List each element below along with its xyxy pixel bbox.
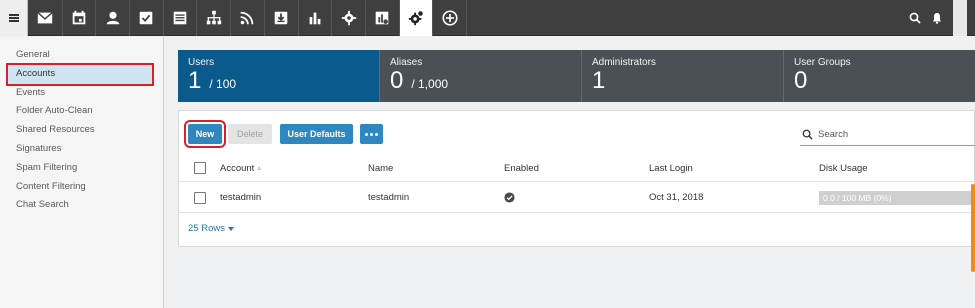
user-groups-card[interactable]: User Groups 0 bbox=[784, 50, 975, 102]
sidebar-item-content-filtering[interactable]: Content Filtering bbox=[0, 178, 163, 197]
column-label: Account bbox=[220, 162, 255, 174]
card-label: Aliases bbox=[390, 57, 423, 68]
accounts-panel: New Delete User Defaults Account ▵ Name … bbox=[178, 110, 975, 247]
ellipsis-dot bbox=[365, 132, 368, 136]
administrators-card[interactable]: Administrators 1 bbox=[582, 50, 784, 102]
rows-per-page-dropdown[interactable]: 25 Rows bbox=[188, 223, 234, 234]
table-row[interactable]: testadmin testadmin Oct 31, 2018 0.0 / 1… bbox=[179, 183, 975, 213]
cell-last-login: Oct 31, 2018 bbox=[649, 192, 704, 203]
column-enabled-header[interactable]: Enabled bbox=[504, 163, 539, 174]
charts-settings-icon bbox=[375, 11, 389, 25]
nav-rss-button[interactable] bbox=[231, 0, 265, 36]
sidebar-item-spam-filtering[interactable]: Spam Filtering bbox=[0, 159, 163, 178]
card-value: 0 bbox=[390, 67, 404, 94]
nav-email-button[interactable] bbox=[29, 0, 63, 36]
ellipsis-dot bbox=[370, 132, 373, 136]
nav-organization-button[interactable] bbox=[197, 0, 232, 36]
tasks-icon bbox=[140, 11, 153, 25]
nav-domain-reports-button[interactable] bbox=[366, 0, 400, 36]
search-icon[interactable] bbox=[909, 12, 921, 24]
card-value: 1 bbox=[188, 67, 202, 94]
user-defaults-button[interactable]: User Defaults bbox=[280, 124, 353, 144]
nav-notes-button[interactable] bbox=[164, 0, 198, 36]
new-button[interactable]: New bbox=[184, 120, 226, 148]
more-options-button[interactable] bbox=[360, 124, 383, 144]
sidebar-item-general[interactable]: General bbox=[0, 46, 163, 65]
top-scroll-gutter bbox=[953, 0, 967, 36]
select-all-checkbox[interactable] bbox=[194, 162, 206, 174]
app-nav-icons bbox=[29, 0, 467, 36]
nav-file-storage-button[interactable] bbox=[265, 0, 299, 36]
organization-icon bbox=[206, 10, 221, 25]
hamburger-icon bbox=[8, 14, 19, 22]
contacts-icon bbox=[106, 11, 120, 25]
rows-per-page-label: 25 Rows bbox=[188, 223, 225, 234]
rss-icon bbox=[241, 11, 254, 25]
cell-account: testadmin bbox=[220, 192, 262, 203]
notes-icon bbox=[173, 11, 187, 25]
nav-add-button[interactable] bbox=[433, 0, 467, 36]
nav-calendar-button[interactable] bbox=[63, 0, 97, 36]
system-settings-icon bbox=[408, 11, 423, 26]
sidebar-item-shared-resources[interactable]: Shared Resources bbox=[0, 121, 163, 140]
notification-bell-icon[interactable] bbox=[931, 12, 943, 24]
search-input[interactable] bbox=[818, 129, 958, 140]
cell-name: testadmin bbox=[368, 192, 410, 203]
ellipsis-dot bbox=[375, 132, 378, 136]
envelope-icon bbox=[37, 12, 54, 24]
card-max: / 100 bbox=[209, 77, 237, 91]
card-max: / 1,000 bbox=[411, 77, 449, 91]
sidebar-item-chat-search[interactable]: Chat Search bbox=[0, 196, 163, 215]
top-navigation-bar bbox=[0, 0, 975, 36]
sidebar-item-accounts[interactable]: Accounts bbox=[6, 62, 154, 86]
nav-system-settings-button[interactable] bbox=[399, 0, 434, 36]
aliases-card[interactable]: Aliases 0 / 1,000 bbox=[380, 50, 582, 102]
calendar-icon bbox=[72, 10, 86, 25]
reports-icon bbox=[309, 12, 321, 25]
column-disk-usage-header[interactable]: Disk Usage bbox=[819, 163, 868, 174]
table-header: Account ▵ Name Enabled Last Login Disk U… bbox=[179, 155, 975, 182]
row-checkbox[interactable] bbox=[194, 191, 206, 204]
column-account-header[interactable]: Account ▵ bbox=[220, 155, 261, 181]
card-label: User Groups bbox=[794, 57, 851, 68]
sort-ascending-icon: ▵ bbox=[257, 165, 261, 172]
card-label: Administrators bbox=[592, 57, 656, 68]
sidebar-item-folder-auto-clean[interactable]: Folder Auto-Clean bbox=[0, 102, 163, 121]
top-right-tools bbox=[909, 0, 975, 36]
column-name-header[interactable]: Name bbox=[368, 163, 393, 174]
search-icon bbox=[802, 129, 813, 140]
feedback-tab[interactable] bbox=[971, 184, 975, 272]
card-label: Users bbox=[188, 57, 215, 68]
delete-button[interactable]: Delete bbox=[228, 124, 272, 144]
nav-contacts-button[interactable] bbox=[96, 0, 131, 36]
settings-sidebar: General Accounts Events Folder Auto-Clea… bbox=[0, 37, 164, 308]
hamburger-menu-button[interactable] bbox=[0, 0, 28, 36]
card-value: 0 bbox=[794, 67, 808, 94]
stat-cards: Users 1 / 100 Aliases 0 / 1,000 Administ… bbox=[178, 50, 975, 102]
disk-usage-bar: 0.0 / 100 MB (0%) bbox=[819, 190, 971, 205]
card-value: 1 bbox=[592, 67, 606, 94]
add-icon bbox=[442, 10, 458, 26]
settings-icon bbox=[341, 10, 356, 26]
search-box bbox=[800, 124, 975, 146]
sidebar-item-signatures[interactable]: Signatures bbox=[0, 140, 163, 159]
nav-tasks-button[interactable] bbox=[130, 0, 164, 36]
sidebar-item-events[interactable]: Events bbox=[0, 84, 163, 103]
users-card[interactable]: Users 1 / 100 bbox=[178, 50, 380, 102]
nav-settings-button[interactable] bbox=[332, 0, 366, 36]
enabled-check-icon bbox=[504, 192, 515, 203]
caret-down-icon bbox=[227, 226, 234, 231]
column-last-login-header[interactable]: Last Login bbox=[649, 163, 693, 174]
download-icon bbox=[274, 11, 288, 25]
nav-reports-button[interactable] bbox=[299, 0, 333, 36]
